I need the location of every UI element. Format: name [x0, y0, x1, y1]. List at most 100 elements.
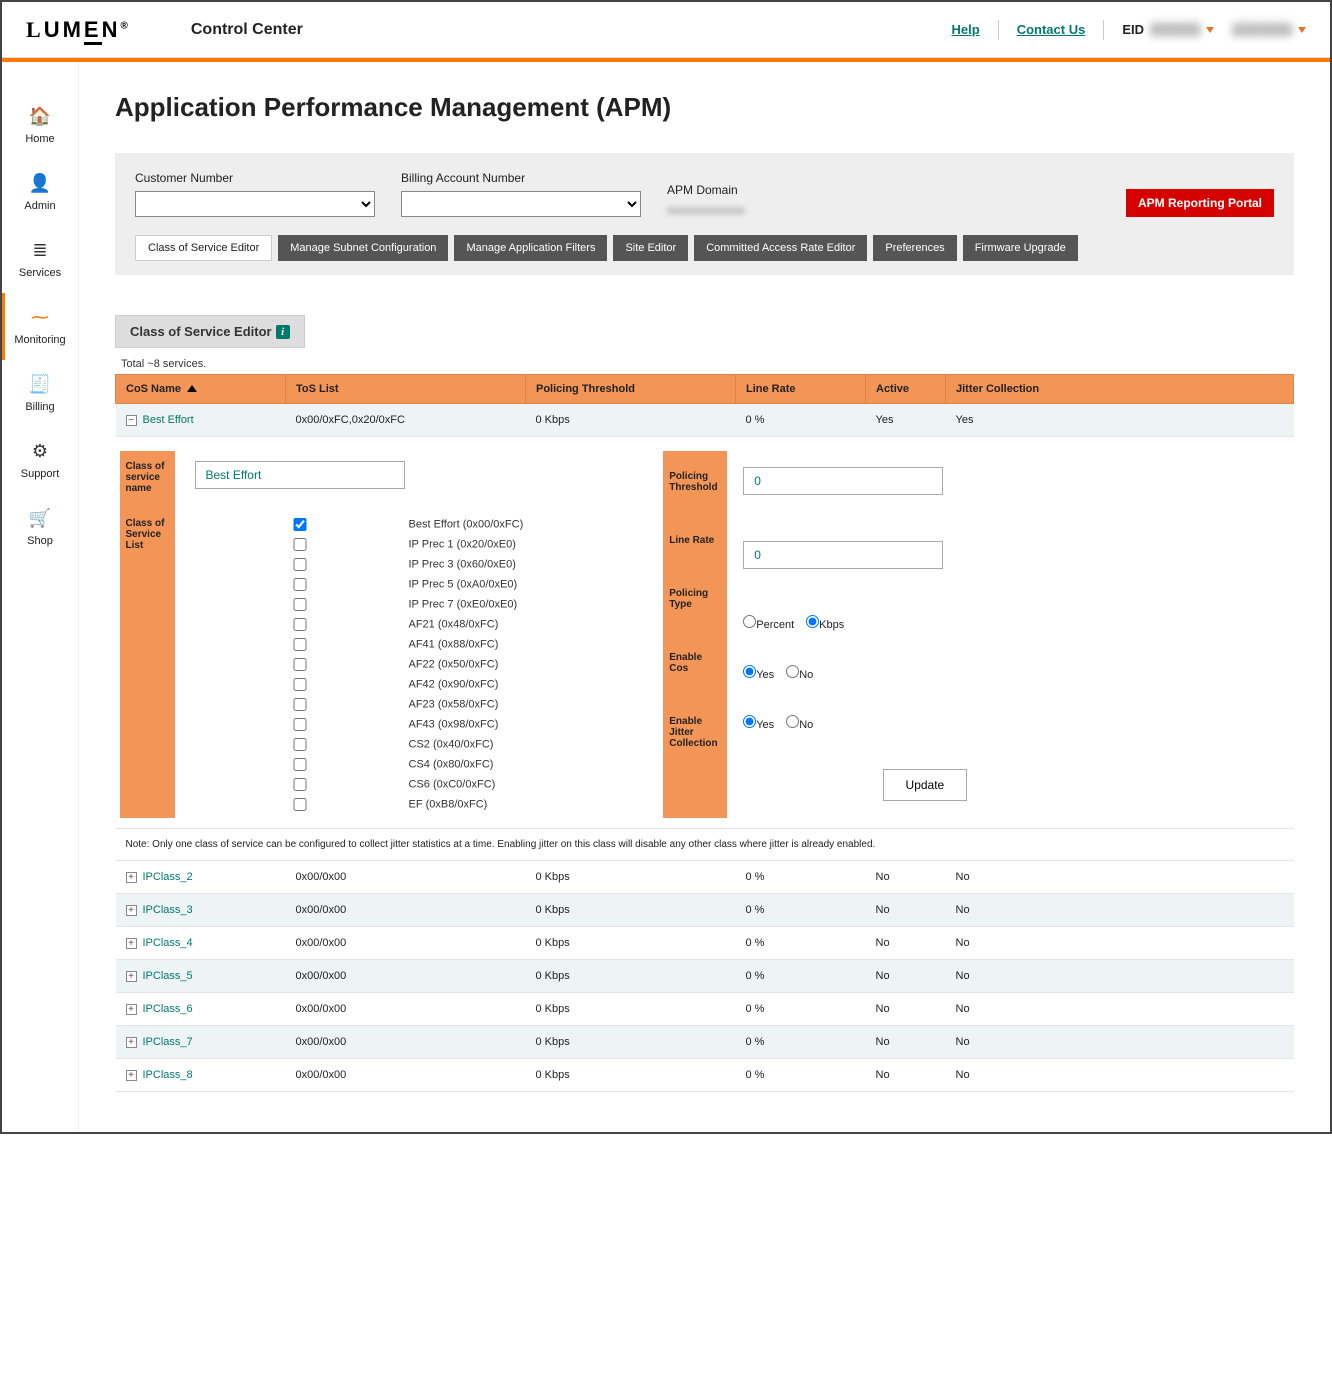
user-menu[interactable]: username — [1232, 22, 1306, 37]
tab-committed-access-rate-editor[interactable]: Committed Access Rate Editor — [694, 235, 867, 261]
sidebar-item-support[interactable]: ⚙Support — [2, 427, 78, 494]
policing-type-percent[interactable]: Percent — [743, 619, 794, 631]
cos-list-option[interactable]: AF33 (0x78/0xFC) — [573, 698, 643, 711]
col-jitter[interactable]: Jitter Collection — [946, 375, 1294, 404]
cos-list-checkbox[interactable] — [195, 678, 405, 691]
cos-list-option[interactable]: IP Prec 4 (0x80/0xE0) — [573, 558, 643, 571]
cos-list-option[interactable]: AF12 (0x30/0xFC) — [573, 638, 643, 651]
cos-list-checkbox[interactable] — [195, 598, 405, 611]
collapse-icon[interactable]: − — [126, 415, 137, 426]
cos-list-checkbox[interactable] — [195, 618, 405, 631]
cos-list-checkbox[interactable] — [195, 698, 405, 711]
cos-name-link[interactable]: IPClass_8 — [143, 1069, 193, 1081]
expand-icon[interactable]: + — [126, 971, 137, 982]
eid-menu[interactable]: EID XXXXXX — [1122, 22, 1214, 37]
enable-jitter-yes[interactable]: Yes — [743, 719, 774, 731]
cos-list-option[interactable]: AF41 (0x88/0xFC) — [195, 638, 524, 651]
cos-list-option[interactable]: CS4 (0x80/0xFC) — [195, 758, 524, 771]
tab-site-editor[interactable]: Site Editor — [613, 235, 688, 261]
expand-icon[interactable]: + — [126, 938, 137, 949]
cos-name-link[interactable]: Best Effort — [143, 414, 194, 426]
cos-list-option[interactable]: AF23 (0x58/0xFC) — [195, 698, 524, 711]
contact-link[interactable]: Contact Us — [1017, 22, 1086, 37]
cos-list-option[interactable]: AF43 (0x98/0xFC) — [195, 718, 524, 731]
cos-name-link[interactable]: IPClass_5 — [143, 970, 193, 982]
cos-list-option[interactable]: IP Prec 0 (0x00/0xE0) — [573, 518, 643, 531]
cos-list-option[interactable]: IP Prec 3 (0x60/0xE0) — [195, 558, 524, 571]
cos-list-checkbox[interactable] — [195, 638, 405, 651]
cos-list-option[interactable]: CS6 (0xC0/0xFC) — [195, 778, 524, 791]
cos-list-option[interactable]: IP Prec 2 (0x40/0xE0) — [573, 538, 643, 551]
expand-icon[interactable]: + — [126, 1004, 137, 1015]
cos-list-checkbox[interactable] — [195, 778, 405, 791]
cos-list-checkbox[interactable] — [195, 518, 405, 531]
apm-reporting-portal-button[interactable]: APM Reporting Portal — [1126, 189, 1274, 217]
cos-list-option[interactable]: Best Effort (0x00/0xFC) — [195, 518, 524, 531]
cos-list-option[interactable]: AF32 (0x70/0xFC) — [573, 658, 643, 671]
cos-list-option[interactable]: CS5 (0xA0/0xFC) — [573, 758, 643, 771]
policing-threshold-input[interactable] — [743, 467, 943, 495]
cos-list-option[interactable]: EF (0xB8/0xFC) — [195, 798, 524, 811]
cos-list-option[interactable]: IP Prec 6 (0xC0/0xE0) — [573, 578, 643, 591]
cos-list-option[interactable]: CS3 (0x60/0xFC) — [573, 738, 643, 751]
expand-icon[interactable]: + — [126, 1070, 137, 1081]
cos-name-link[interactable]: IPClass_7 — [143, 1036, 193, 1048]
help-link[interactable]: Help — [952, 22, 980, 37]
enable-jitter-no[interactable]: No — [786, 719, 813, 731]
expand-icon[interactable]: + — [126, 905, 137, 916]
cos-list-option[interactable]: AF21 (0x48/0xFC) — [195, 618, 524, 631]
tab-manage-subnet-configuration[interactable]: Manage Subnet Configuration — [278, 235, 448, 261]
info-icon[interactable]: i — [276, 325, 290, 339]
sidebar-item-label: Home — [25, 133, 54, 145]
cos-list-checkbox[interactable] — [195, 538, 405, 551]
expand-icon[interactable]: + — [126, 872, 137, 883]
cos-name-link[interactable]: IPClass_2 — [143, 871, 193, 883]
cos-list-checkbox[interactable] — [195, 738, 405, 751]
tab-preferences[interactable]: Preferences — [873, 235, 956, 261]
policing-type-kbps[interactable]: Kbps — [806, 619, 844, 631]
customer-number-select[interactable] — [135, 191, 375, 217]
sidebar-item-shop[interactable]: 🛒Shop — [2, 494, 78, 561]
cos-list-option[interactable]: AF13 (0x38/0xFC) — [573, 678, 643, 691]
cos-name-link[interactable]: IPClass_3 — [143, 904, 193, 916]
col-cos-name[interactable]: CoS Name — [116, 375, 286, 404]
update-button[interactable]: Update — [883, 769, 968, 801]
sidebar-item-billing[interactable]: 🧾Billing — [2, 360, 78, 427]
cos-name-link[interactable]: IPClass_4 — [143, 937, 193, 949]
sidebar-item-home[interactable]: 🏠Home — [2, 92, 78, 159]
cos-list-checkbox[interactable] — [195, 558, 405, 571]
cos-list-option[interactable]: CS2 (0x40/0xFC) — [195, 738, 524, 751]
tab-manage-application-filters[interactable]: Manage Application Filters — [454, 235, 607, 261]
cos-list-option[interactable]: CS1 (0x20/0xFC) — [573, 718, 643, 731]
cos-name-input[interactable] — [195, 461, 405, 489]
col-active[interactable]: Active — [866, 375, 946, 404]
expand-icon[interactable]: + — [126, 1037, 137, 1048]
col-line-rate[interactable]: Line Rate — [736, 375, 866, 404]
sidebar-item-monitoring[interactable]: ⁓Monitoring — [2, 293, 78, 360]
billing-account-select[interactable] — [401, 191, 641, 217]
cos-list-option[interactable]: AF42 (0x90/0xFC) — [195, 678, 524, 691]
cos-list-option[interactable]: CS7 (0xE0/0xFC) — [573, 778, 643, 791]
cos-list-checkbox[interactable] — [195, 658, 405, 671]
cos-list-option[interactable]: AF31 (0x68/0xFC) — [573, 618, 643, 631]
enable-cos-no[interactable]: No — [786, 669, 813, 681]
cos-list-checkbox[interactable] — [195, 718, 405, 731]
cos-list-checkbox[interactable] — [195, 758, 405, 771]
enable-cos-yes[interactable]: Yes — [743, 669, 774, 681]
line-rate-input[interactable] — [743, 541, 943, 569]
col-tos-list[interactable]: ToS List — [286, 375, 526, 404]
tab-class-of-service-editor[interactable]: Class of Service Editor — [135, 235, 272, 261]
cos-list-option[interactable]: AF11 (0x28/0xFC) — [573, 598, 643, 611]
cos-name-link[interactable]: IPClass_6 — [143, 1003, 193, 1015]
cos-list-checkbox[interactable] — [195, 798, 405, 811]
sidebar-item-admin[interactable]: 👤Admin — [2, 159, 78, 226]
cos-list-option[interactable]: IP Prec 7 (0xE0/0xE0) — [195, 598, 524, 611]
cos-list-option[interactable]: IP Prec 1 (0x20/0xE0) — [195, 538, 524, 551]
col-policing[interactable]: Policing Threshold — [526, 375, 736, 404]
cos-list-option[interactable]: IP Prec 5 (0xA0/0xE0) — [195, 578, 524, 591]
cell-tos: 0x00/0xFC,0x20/0xFC — [286, 404, 526, 437]
tab-firmware-upgrade[interactable]: Firmware Upgrade — [963, 235, 1078, 261]
sidebar-item-services[interactable]: ≣Services — [2, 226, 78, 293]
cos-list-checkbox[interactable] — [195, 578, 405, 591]
cos-list-option[interactable]: AF22 (0x50/0xFC) — [195, 658, 524, 671]
